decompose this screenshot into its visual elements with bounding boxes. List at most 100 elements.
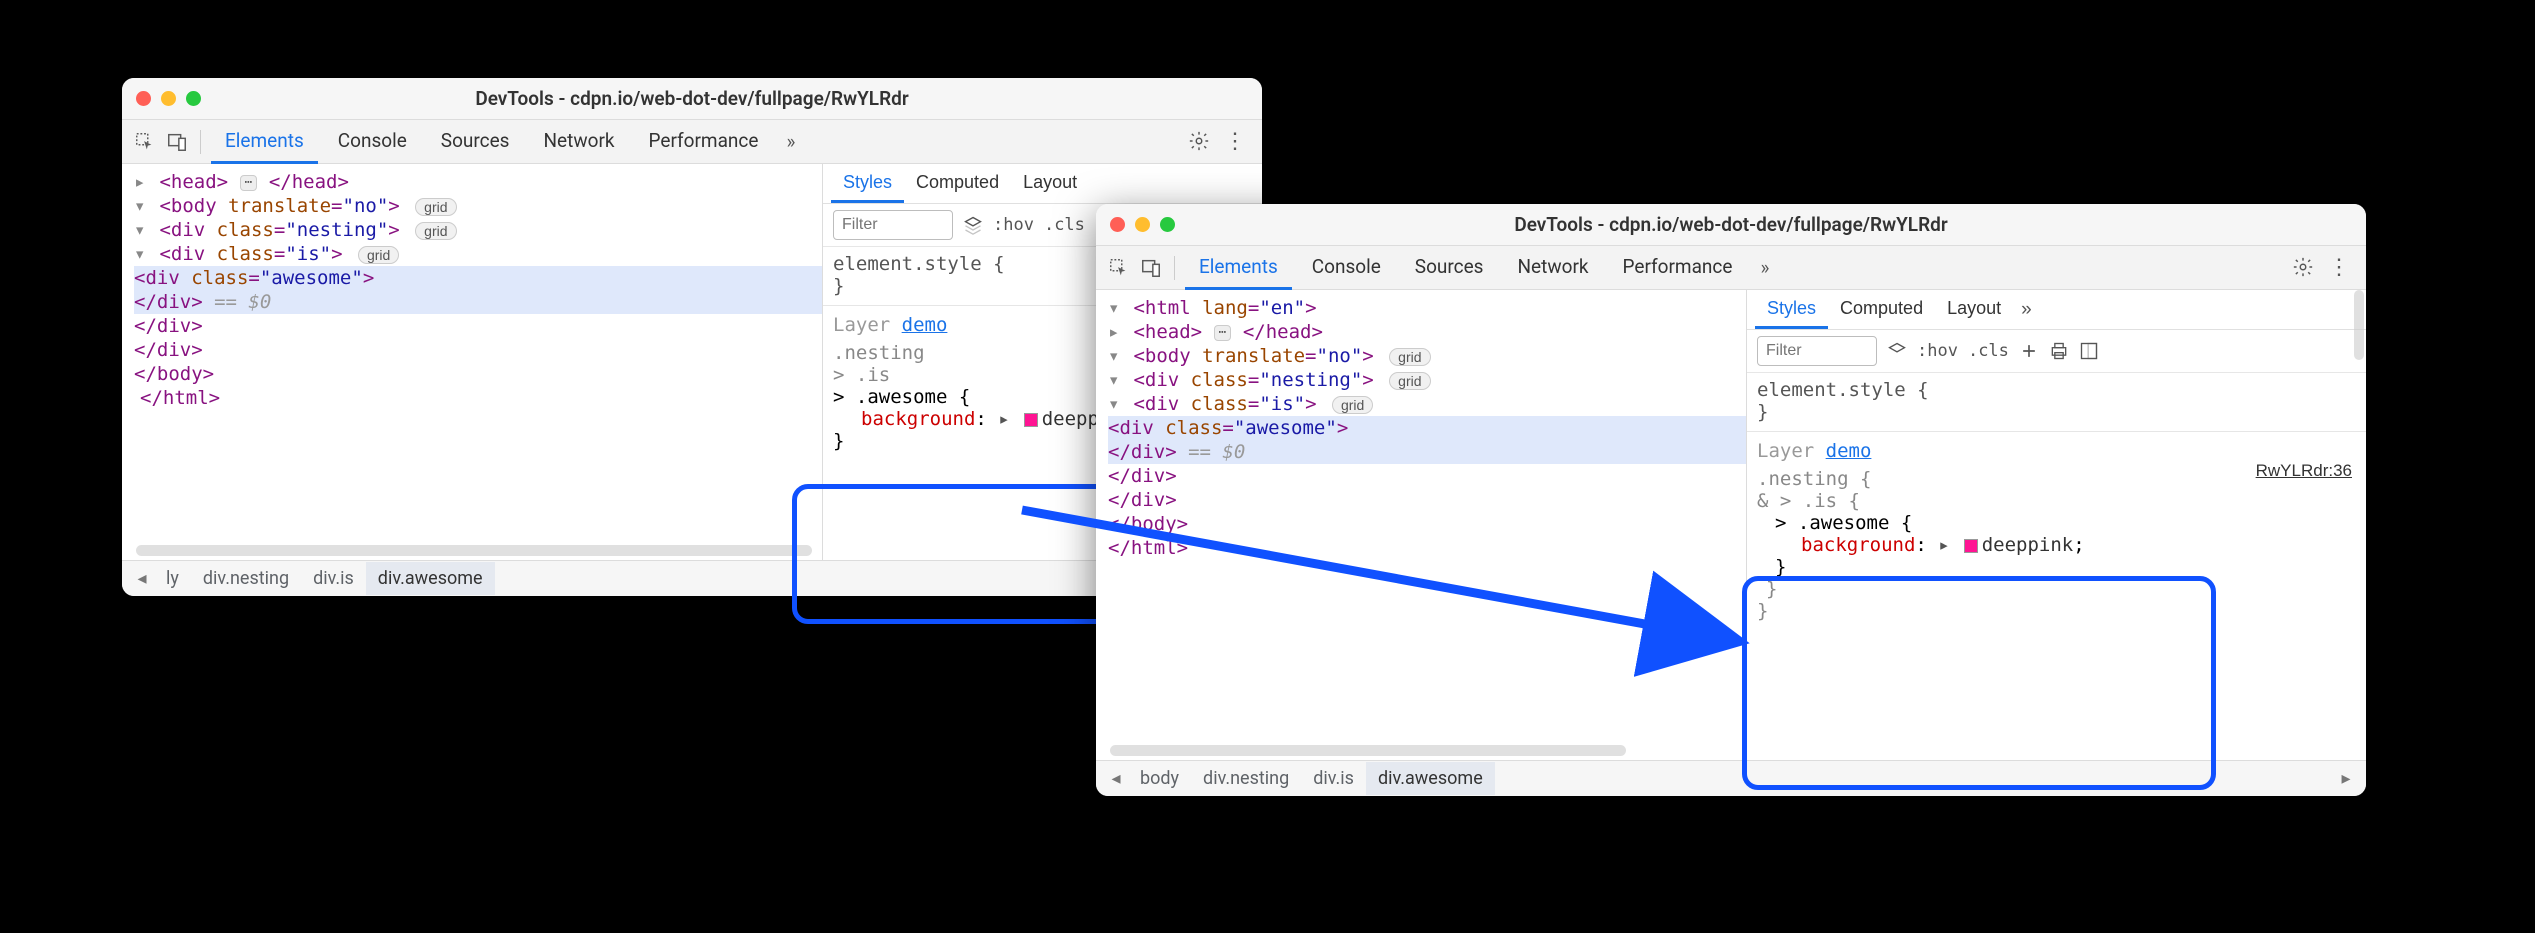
computed-toggle-icon[interactable]	[2079, 341, 2099, 361]
dom-html-row[interactable]: <html lang="en">	[1108, 296, 1746, 320]
subtab-layout[interactable]: Layout	[1935, 291, 2013, 329]
plus-icon[interactable]	[2019, 341, 2039, 361]
chevron-down-icon[interactable]	[134, 243, 148, 265]
element-style-open[interactable]: element.style {	[1757, 379, 2356, 401]
crumb-nesting[interactable]: div.nesting	[191, 562, 301, 595]
dom-head-row[interactable]: <head> ⋯ </head>	[134, 170, 822, 194]
print-media-icon[interactable]	[2049, 341, 2069, 361]
dom-html-close-row[interactable]: </html>	[134, 386, 822, 410]
horizontal-scrollbar[interactable]	[136, 545, 812, 556]
vertical-scrollbar[interactable]	[2354, 290, 2364, 360]
layer-link[interactable]: demo	[1826, 440, 1872, 462]
layers-icon[interactable]	[1887, 341, 1907, 361]
ellipsis-icon[interactable]: ⋯	[240, 175, 258, 191]
dom-is-row[interactable]: <div class="is"> grid	[134, 242, 822, 266]
tab-console[interactable]: Console	[1298, 246, 1395, 290]
chevron-right-icon[interactable]	[134, 171, 148, 193]
zoom-button[interactable]	[1160, 217, 1175, 232]
color-swatch-icon[interactable]	[1024, 413, 1038, 427]
gear-icon[interactable]	[2292, 256, 2316, 280]
chevron-down-icon[interactable]	[134, 195, 148, 217]
crumb-nesting[interactable]: div.nesting	[1191, 762, 1301, 795]
layers-icon[interactable]	[963, 215, 983, 235]
grid-badge[interactable]: grid	[1332, 396, 1373, 414]
chevron-down-icon[interactable]	[1108, 393, 1122, 415]
kebab-icon[interactable]: ⋮	[1218, 129, 1252, 154]
more-subtabs-icon[interactable]: »	[2013, 299, 2040, 321]
tab-elements[interactable]: Elements	[1185, 246, 1292, 290]
dom-tree-pane[interactable]: <head> ⋯ </head> <body translate="no"> g…	[122, 164, 822, 560]
crumb-prev-icon[interactable]: ◂	[130, 568, 154, 589]
grid-badge[interactable]: grid	[1389, 372, 1430, 390]
chevron-down-icon[interactable]	[1108, 369, 1122, 391]
dom-head-row[interactable]: <head> ⋯ </head>	[1108, 320, 1746, 344]
color-swatch-icon[interactable]	[1964, 539, 1978, 553]
tab-network[interactable]: Network	[529, 120, 628, 164]
dom-nesting-row[interactable]: <div class="nesting"> grid	[134, 218, 822, 242]
dom-tree-pane[interactable]: <html lang="en"> <head> ⋯ </head> <body …	[1096, 290, 1746, 760]
dom-awesome-open-row[interactable]: <div class="awesome">	[1108, 416, 1746, 440]
inspect-icon[interactable]	[1106, 255, 1132, 281]
tab-performance[interactable]: Performance	[635, 120, 773, 164]
close-button[interactable]	[1110, 217, 1125, 232]
dom-awesome-close-row[interactable]: </div> == $0	[134, 290, 822, 314]
dom-html-close-row[interactable]: </html>	[1108, 536, 1746, 560]
grid-badge[interactable]: grid	[415, 198, 456, 216]
dom-body-close-row[interactable]: </body>	[1108, 512, 1746, 536]
rule-awesome-open[interactable]: > .awesome {	[1757, 512, 2356, 534]
chevron-down-icon[interactable]	[1108, 345, 1122, 367]
subtab-computed[interactable]: Computed	[904, 165, 1011, 203]
inspect-icon[interactable]	[132, 129, 158, 155]
subtab-styles[interactable]: Styles	[831, 165, 904, 203]
crumb-awesome[interactable]: div.awesome	[1366, 762, 1495, 795]
chevron-right-icon[interactable]	[1108, 321, 1122, 343]
styles-filter-input[interactable]	[1757, 336, 1877, 366]
crumb-is[interactable]: div.is	[1301, 762, 1366, 795]
dom-nesting-close-row[interactable]: </div>	[1108, 488, 1746, 512]
crumb-next-icon[interactable]: ▸	[2334, 768, 2358, 789]
source-link[interactable]: RwYLRdr:36	[2256, 461, 2352, 481]
styles-filter-input[interactable]	[833, 210, 953, 240]
styles-body[interactable]: element.style { } Layer demo RwYLRdr:36 …	[1747, 373, 2366, 760]
cls-toggle[interactable]: .cls	[1968, 341, 2009, 361]
dom-is-close-row[interactable]: </div>	[134, 314, 822, 338]
rule-prop-line[interactable]: background: deeppink;	[1757, 534, 2356, 556]
chevron-down-icon[interactable]	[134, 219, 148, 241]
hov-toggle[interactable]: :hov	[1917, 341, 1958, 361]
dom-awesome-open-row[interactable]: <div class="awesome">	[134, 266, 822, 290]
crumb-prev-icon[interactable]: ◂	[1104, 768, 1128, 789]
tab-network[interactable]: Network	[1503, 246, 1602, 290]
crumb-body[interactable]: body	[1128, 762, 1191, 795]
tab-performance[interactable]: Performance	[1609, 246, 1747, 290]
close-button[interactable]	[136, 91, 151, 106]
layer-link[interactable]: demo	[902, 314, 948, 336]
grid-badge[interactable]: grid	[358, 246, 399, 264]
gear-icon[interactable]	[1188, 130, 1212, 154]
grid-badge[interactable]: grid	[1389, 348, 1430, 366]
tab-console[interactable]: Console	[324, 120, 421, 164]
device-toggle-icon[interactable]	[164, 129, 190, 155]
chevron-down-icon[interactable]	[1108, 297, 1122, 319]
more-tabs-icon[interactable]: »	[778, 130, 803, 153]
minimize-button[interactable]	[1135, 217, 1150, 232]
expand-shorthand-icon[interactable]	[998, 408, 1012, 430]
dom-is-close-row[interactable]: </div>	[1108, 464, 1746, 488]
dom-body-row[interactable]: <body translate="no"> grid	[1108, 344, 1746, 368]
zoom-button[interactable]	[186, 91, 201, 106]
crumb-awesome[interactable]: div.awesome	[366, 562, 495, 595]
grid-badge[interactable]: grid	[415, 222, 456, 240]
rule-amp-is[interactable]: & > .is {	[1757, 490, 2356, 512]
device-toggle-icon[interactable]	[1138, 255, 1164, 281]
tab-sources[interactable]: Sources	[427, 120, 524, 164]
dom-nesting-row[interactable]: <div class="nesting"> grid	[1108, 368, 1746, 392]
dom-awesome-close-row[interactable]: </div> == $0	[1108, 440, 1746, 464]
tab-elements[interactable]: Elements	[211, 120, 318, 164]
subtab-layout[interactable]: Layout	[1011, 165, 1089, 203]
dom-is-row[interactable]: <div class="is"> grid	[1108, 392, 1746, 416]
dom-body-row[interactable]: <body translate="no"> grid	[134, 194, 822, 218]
dom-body-close-row[interactable]: </body>	[134, 362, 822, 386]
ellipsis-icon[interactable]: ⋯	[1214, 325, 1232, 341]
dom-nesting-close-row[interactable]: </div>	[134, 338, 822, 362]
cls-toggle[interactable]: .cls	[1044, 215, 1085, 235]
subtab-computed[interactable]: Computed	[1828, 291, 1935, 329]
